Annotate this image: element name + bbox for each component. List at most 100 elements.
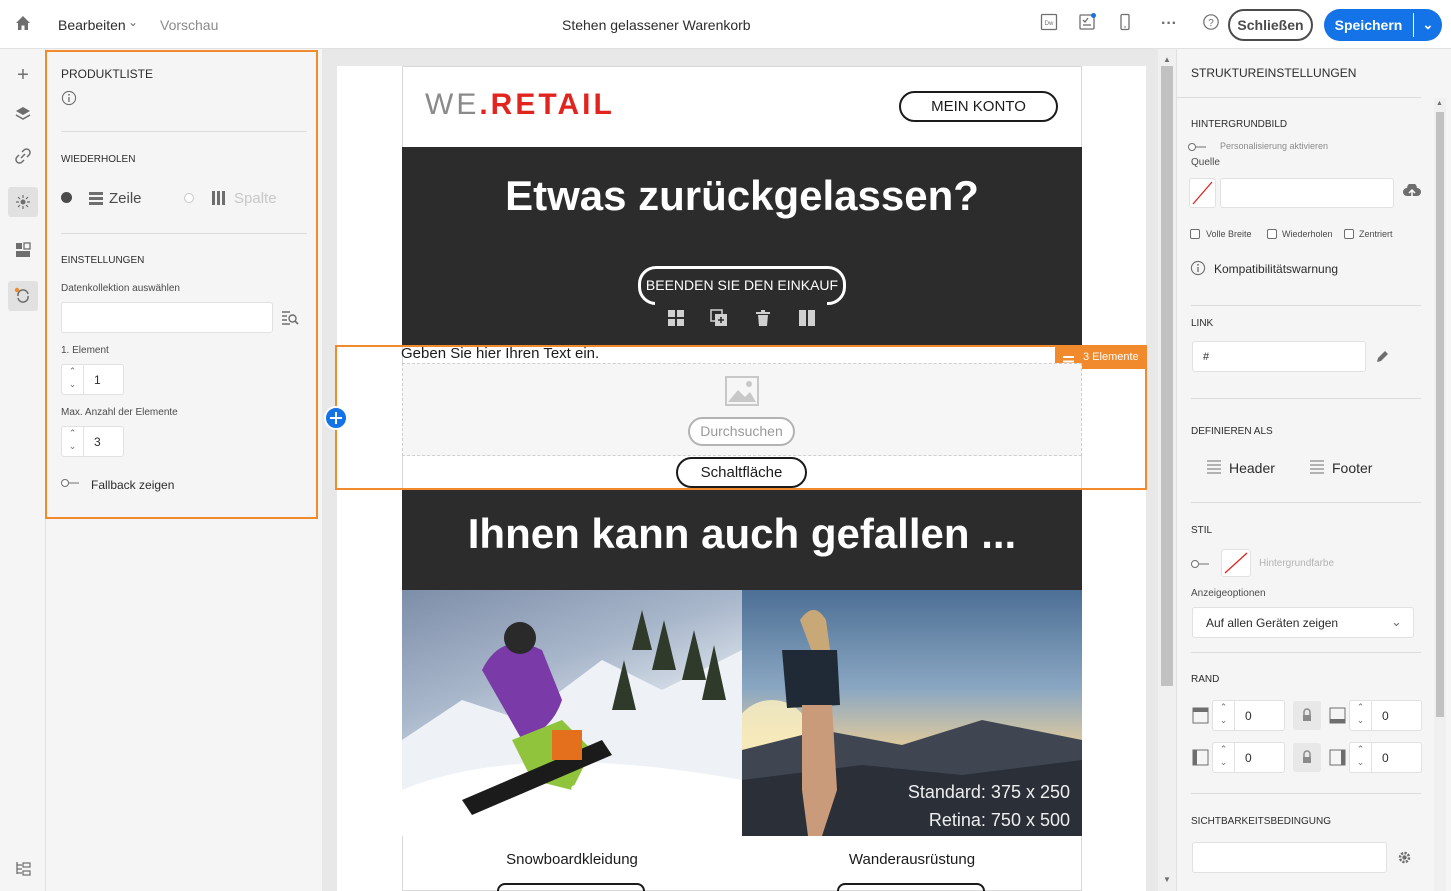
header-icon[interactable] (1206, 460, 1222, 477)
header-option[interactable]: Header (1229, 460, 1275, 476)
add-block-button[interactable] (324, 406, 348, 430)
personalization-icon[interactable] (8, 281, 38, 311)
column-radio[interactable] (184, 193, 194, 203)
centered-checkbox[interactable] (1344, 229, 1354, 239)
layers-tree-icon[interactable] (11, 859, 35, 883)
link-icon[interactable] (11, 147, 35, 171)
columns-icon[interactable] (798, 309, 816, 330)
link-input[interactable]: # (1192, 341, 1366, 372)
stepper-arrows-icon[interactable]: ⌃ ⌄ (1213, 743, 1235, 772)
hiking-caption-standard: Standard: 375 x 250 (907, 782, 1070, 802)
stepper-arrows-icon[interactable]: ⌃ ⌄ (62, 427, 84, 456)
stepper-arrows-icon[interactable]: ⌃ ⌄ (1350, 743, 1372, 772)
scrollbar-thumb[interactable] (1161, 66, 1173, 686)
more-icon[interactable]: ··· (1158, 13, 1180, 35)
pencil-icon[interactable] (1374, 349, 1390, 368)
stepper-arrows-icon[interactable]: ⌃ ⌄ (62, 365, 84, 394)
product-button-hiking[interactable] (837, 883, 985, 891)
compat-warning-link[interactable]: Kompatibilitätswarnung (1214, 262, 1338, 276)
browse-button[interactable]: Durchsuchen (688, 417, 795, 446)
edit-tab[interactable]: Bearbeiten (58, 17, 126, 33)
first-element-label: 1. Element (61, 345, 109, 356)
dynamic-content-icon[interactable] (8, 187, 38, 217)
lock-icon[interactable] (1293, 701, 1321, 730)
personalization-toggle[interactable] (1188, 143, 1206, 151)
finish-purchase-button[interactable]: BEENDEN SIE DEN EINKAUF (638, 266, 846, 305)
chevron-down-icon[interactable]: ⌄ (1414, 9, 1442, 41)
border-right-icon (1329, 749, 1346, 769)
duplicate-icon[interactable] (710, 309, 728, 330)
upload-icon[interactable] (1403, 183, 1421, 203)
border-bottom-value[interactable]: 0 (1382, 709, 1389, 723)
search-collection-icon[interactable] (281, 310, 299, 329)
structure-icon[interactable] (11, 241, 35, 265)
right-panel-title: STRUKTUREINSTELLUNGEN (1191, 66, 1357, 80)
visibility-input[interactable] (1192, 842, 1387, 873)
collection-input[interactable] (61, 302, 273, 333)
border-right-value[interactable]: 0 (1382, 751, 1389, 765)
lock-icon[interactable] (1293, 743, 1321, 772)
first-element-value[interactable]: 1 (94, 373, 101, 387)
divider (1191, 502, 1421, 503)
scroll-down-icon[interactable]: ▼ (1163, 875, 1171, 884)
border-right-stepper[interactable]: ⌃ ⌄ 0 (1349, 742, 1422, 773)
source-input[interactable] (1220, 178, 1394, 208)
generic-button[interactable]: Schaltfläche (676, 457, 807, 488)
divider (1191, 305, 1421, 306)
save-button-group: Speichern ⌄ (1324, 9, 1442, 41)
chevron-down-icon[interactable]: ⌄ (128, 15, 138, 29)
source-swatch[interactable] (1189, 178, 1216, 208)
hero-headline: Etwas zurückgelassen? (505, 172, 979, 219)
max-elements-stepper[interactable]: ⌃ ⌄ 3 (61, 426, 124, 457)
border-top-value[interactable]: 0 (1245, 709, 1252, 723)
divider (61, 233, 307, 234)
divider (1176, 97, 1421, 98)
scrollbar-thumb[interactable] (1436, 112, 1444, 717)
layers-icon[interactable] (11, 105, 35, 129)
close-button[interactable]: Schließen (1228, 9, 1313, 41)
full-width-label: Volle Breite (1206, 229, 1252, 239)
snowboard-caption-retina: Retina: 750 x 500 (590, 810, 732, 830)
right-panel-scrollbar[interactable]: ▲ (1434, 98, 1446, 891)
gear-icon[interactable] (1396, 849, 1413, 869)
bg-color-swatch[interactable] (1221, 549, 1251, 577)
text-placeholder[interactable]: Geben Sie hier Ihren Text ein. (401, 345, 599, 362)
stepper-arrows-icon[interactable]: ⌃ ⌄ (1350, 701, 1372, 730)
product-image-snowboard: Standard: 375 x 250 Retina: 750 x 500 (402, 590, 742, 836)
display-options-select[interactable]: Auf allen Geräten zeigen ⌄ (1192, 607, 1414, 638)
bg-color-toggle[interactable] (1191, 560, 1209, 568)
preview-tab[interactable]: Vorschau (160, 17, 218, 33)
help-icon[interactable]: ? (1200, 13, 1222, 35)
max-elements-label: Max. Anzahl der Elemente (61, 407, 178, 418)
border-left-value[interactable]: 0 (1245, 751, 1252, 765)
scroll-up-icon[interactable]: ▲ (1436, 100, 1443, 107)
info-icon[interactable] (61, 90, 77, 109)
display-options-value: Auf allen Geräten zeigen (1206, 616, 1339, 630)
home-icon[interactable] (12, 13, 34, 35)
scroll-up-icon[interactable]: ▲ (1163, 55, 1171, 64)
dreamweaver-icon[interactable]: Dw (1038, 13, 1060, 35)
repeat-checkbox[interactable] (1267, 229, 1277, 239)
product-button-snowboard[interactable] (497, 883, 645, 891)
structure-icon[interactable] (667, 309, 685, 330)
trash-icon[interactable] (754, 309, 772, 330)
max-elements-value[interactable]: 3 (94, 435, 101, 449)
checklist-icon[interactable] (1076, 13, 1098, 35)
add-icon[interactable]: + (11, 63, 35, 87)
first-element-stepper[interactable]: ⌃ ⌄ 1 (61, 364, 124, 395)
footer-option[interactable]: Footer (1332, 460, 1372, 476)
account-button[interactable]: MEIN KONTO (899, 91, 1058, 122)
mobile-icon[interactable] (1114, 13, 1136, 35)
save-button[interactable]: Speichern (1324, 9, 1413, 41)
footer-icon[interactable] (1309, 460, 1325, 477)
stepper-arrows-icon[interactable]: ⌃ ⌄ (1213, 701, 1235, 730)
border-left-stepper[interactable]: ⌃ ⌄ 0 (1212, 742, 1285, 773)
border-top-stepper[interactable]: ⌃ ⌄ 0 (1212, 700, 1285, 731)
full-width-checkbox[interactable] (1190, 229, 1200, 239)
fallback-toggle[interactable] (61, 479, 79, 487)
border-bottom-stepper[interactable]: ⌃ ⌄ 0 (1349, 700, 1422, 731)
left-rail: + (0, 49, 46, 891)
bg-image-heading: HINTERGRUNDBILD (1191, 119, 1288, 130)
canvas-scrollbar[interactable]: ▲ ▼ (1158, 49, 1176, 891)
row-radio[interactable] (61, 192, 72, 203)
